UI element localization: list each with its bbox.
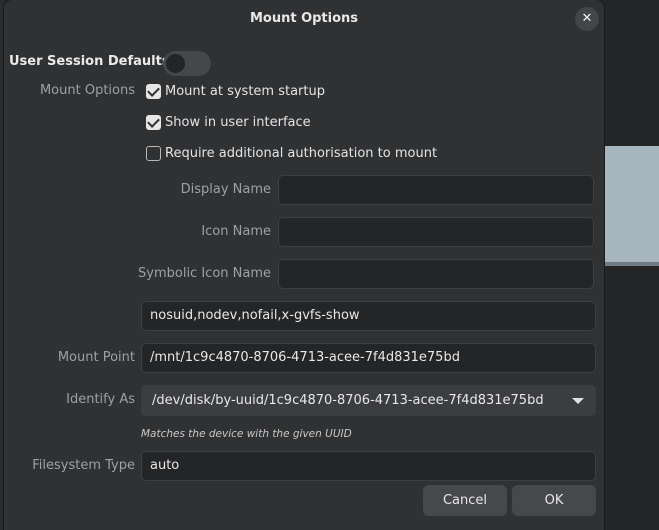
identify-as-label: Identify As xyxy=(66,392,135,407)
toggle-knob xyxy=(166,54,185,73)
identify-as-dropdown[interactable]: /dev/disk/by-uuid/1c9c4870-8706-4713-ace… xyxy=(141,385,596,416)
chevron-down-icon xyxy=(572,398,584,404)
require-auth-label: Require additional authorisation to moun… xyxy=(165,146,438,161)
mount-options-input[interactable]: nosuid,nodev,nofail,x-gvfs-show xyxy=(141,301,596,331)
icon-name-input[interactable] xyxy=(278,217,594,247)
user-session-defaults-toggle[interactable] xyxy=(163,51,211,76)
mount-options-label: Mount Options xyxy=(39,83,135,98)
show-in-ui-checkbox[interactable] xyxy=(146,115,161,130)
user-session-defaults-label: User Session Defaults xyxy=(9,54,170,69)
mount-at-startup-label: Mount at system startup xyxy=(165,84,325,99)
cancel-button[interactable]: Cancel xyxy=(423,485,507,516)
close-button[interactable]: ✕ xyxy=(575,7,599,31)
identify-as-hint: Matches the device with the given UUID xyxy=(141,428,352,440)
background-panel xyxy=(604,146,659,264)
mount-point-label: Mount Point xyxy=(57,350,135,365)
identify-as-value: /dev/disk/by-uuid/1c9c4870-8706-4713-ace… xyxy=(152,393,544,408)
icon-name-label: Icon Name xyxy=(201,224,271,239)
close-icon: ✕ xyxy=(581,11,593,26)
background-panel-strip xyxy=(604,262,659,266)
mount-at-startup-checkbox[interactable] xyxy=(146,84,161,99)
display-name-input[interactable] xyxy=(278,175,594,205)
symbolic-icon-name-input[interactable] xyxy=(278,259,594,289)
mount-point-input[interactable]: /mnt/1c9c4870-8706-4713-acee-7f4d831e75b… xyxy=(141,343,596,373)
symbolic-icon-name-label: Symbolic Icon Name xyxy=(138,266,271,281)
mount-options-dialog: Mount Options ✕ User Session Defaults Mo… xyxy=(4,0,604,530)
display-name-label: Display Name xyxy=(180,182,271,197)
dialog-title: Mount Options xyxy=(249,11,359,26)
filesystem-type-label: Filesystem Type xyxy=(32,458,135,473)
ok-button[interactable]: OK xyxy=(512,485,596,516)
require-auth-checkbox[interactable] xyxy=(146,146,161,161)
dialog-titlebar: Mount Options ✕ xyxy=(4,0,604,38)
show-in-ui-label: Show in user interface xyxy=(165,115,311,130)
filesystem-type-input[interactable]: auto xyxy=(141,451,596,481)
